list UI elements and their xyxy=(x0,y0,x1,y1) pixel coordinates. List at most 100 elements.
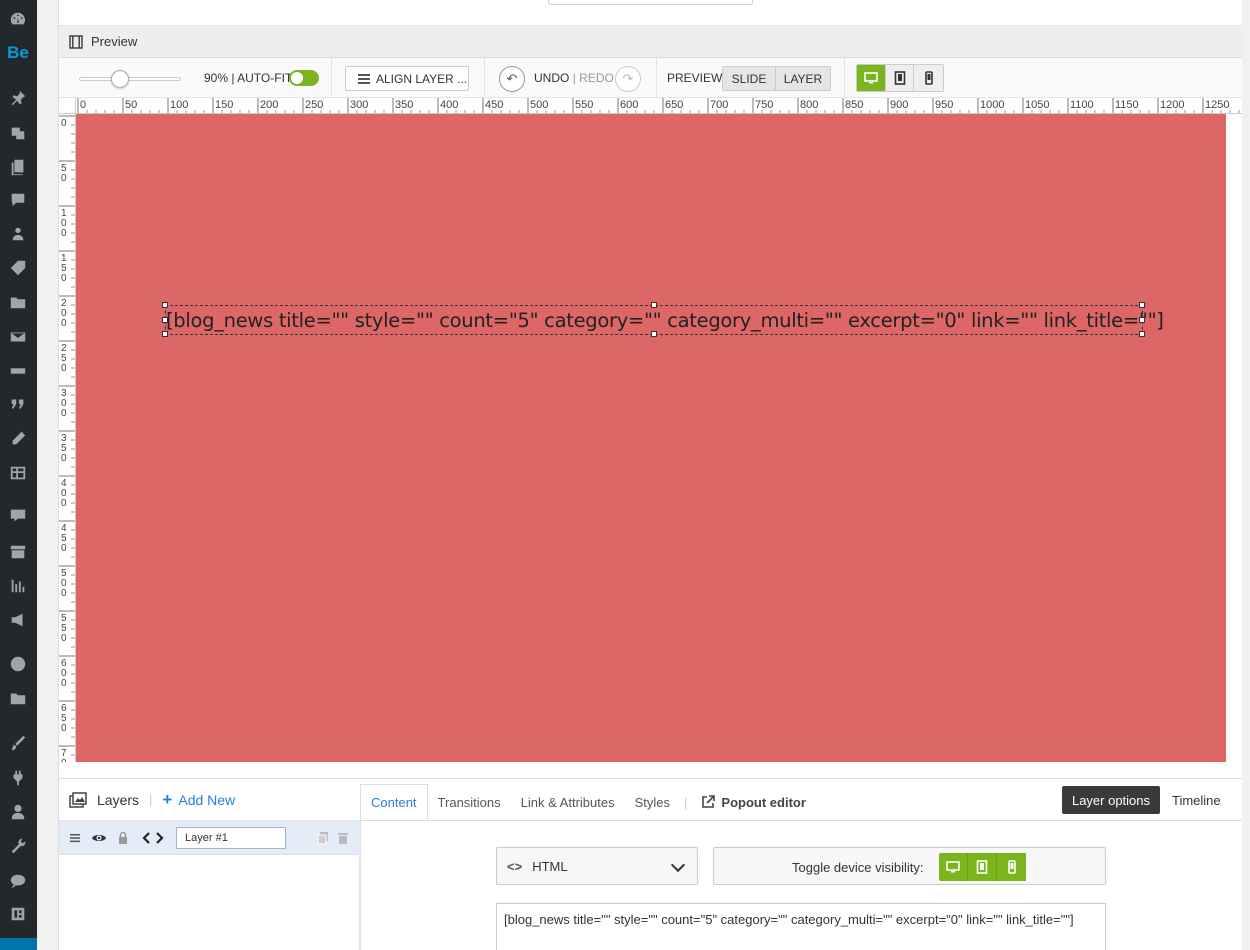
canvas-margin xyxy=(1226,114,1243,762)
zoom-slider-thumb[interactable] xyxy=(111,70,129,88)
slide-canvas[interactable]: [blog_news title="" style="" count="5" c… xyxy=(76,114,1226,762)
ruler-label: 0 xyxy=(61,678,67,689)
ruler-label: 0 xyxy=(61,273,67,284)
preview-layer-button[interactable]: LAYER xyxy=(775,66,831,91)
woo-icon[interactable] xyxy=(8,505,28,525)
auto-fit-toggle[interactable] xyxy=(289,70,319,86)
tag-icon[interactable] xyxy=(8,258,28,278)
ruler-label: 0 xyxy=(61,318,67,329)
ruler-label: 0 xyxy=(61,498,67,509)
media-icon[interactable] xyxy=(8,123,28,143)
resize-handle[interactable] xyxy=(1139,302,1145,308)
chart-icon[interactable] xyxy=(8,576,28,596)
layer-tabs: Content Transitions Link & Attributes St… xyxy=(360,784,816,820)
visibility-desktop-toggle[interactable] xyxy=(939,853,968,881)
ruler-label: 100 xyxy=(170,99,188,111)
resize-handle[interactable] xyxy=(1139,317,1145,323)
redo-icon[interactable]: ↷ xyxy=(615,66,641,92)
tablet-icon xyxy=(976,860,988,874)
megaphone-icon[interactable] xyxy=(8,610,28,630)
ruler-label: 650 xyxy=(665,99,683,111)
pages-icon[interactable] xyxy=(8,157,28,177)
resize-handle[interactable] xyxy=(162,317,168,323)
dashboard-icon[interactable] xyxy=(8,9,28,29)
undo-icon[interactable]: ↶ xyxy=(499,66,525,92)
ruler-label: 0 xyxy=(61,543,67,554)
tab-link-attributes[interactable]: Link & Attributes xyxy=(511,784,625,820)
tablet-view-button[interactable] xyxy=(886,65,915,91)
chevron-down-icon xyxy=(670,857,686,873)
resize-handle[interactable] xyxy=(162,302,168,308)
user-icon[interactable] xyxy=(8,802,28,822)
speech-icon[interactable] xyxy=(8,871,28,891)
add-new-layer-button[interactable]: + Add New xyxy=(162,790,235,810)
toolbar-divider xyxy=(656,58,657,98)
folder-icon[interactable] xyxy=(8,292,28,312)
right-gutter xyxy=(1242,0,1250,950)
undo-label[interactable]: UNDO xyxy=(534,71,569,85)
duplicate-icon[interactable] xyxy=(316,831,330,845)
align-layer-button[interactable]: ALIGN LAYER ... xyxy=(345,66,469,91)
zoom-slider-track[interactable] xyxy=(79,77,181,81)
redo-label[interactable]: REDO xyxy=(579,71,614,85)
tab-transitions[interactable]: Transitions xyxy=(428,784,511,820)
layer-list-item[interactable]: Layer #1 xyxy=(59,821,360,855)
device-switcher xyxy=(856,64,944,92)
popout-editor-label: Popout editor xyxy=(721,794,806,810)
layer-name-input[interactable]: Layer #1 xyxy=(176,826,286,849)
ruler-label: 0 xyxy=(61,118,67,129)
ruler-label: 1250 xyxy=(1205,99,1229,111)
trash-icon[interactable] xyxy=(336,831,350,845)
resize-handle[interactable] xyxy=(651,331,657,337)
timeline-tab[interactable]: Timeline xyxy=(1172,793,1221,808)
popout-editor-button[interactable]: Popout editor xyxy=(691,784,816,820)
active-menu-indicator xyxy=(0,938,37,950)
brush-icon[interactable] xyxy=(8,733,28,753)
tools-icon[interactable] xyxy=(8,836,28,856)
layer-type-select[interactable]: <> HTML xyxy=(496,847,698,885)
canvas-footer-space xyxy=(59,762,1243,778)
table-icon[interactable] xyxy=(8,463,28,483)
tabs-underline xyxy=(360,820,1243,821)
ruler-label: 350 xyxy=(395,99,413,111)
slider-icon[interactable] xyxy=(8,361,28,381)
plugins-icon[interactable] xyxy=(8,768,28,788)
lock-icon[interactable] xyxy=(116,831,130,845)
revslider-icon[interactable] xyxy=(8,904,28,924)
archive-icon[interactable] xyxy=(8,542,28,562)
layer-options-button[interactable]: Layer options xyxy=(1062,786,1160,814)
resize-handle[interactable] xyxy=(162,331,168,337)
visibility-tablet-toggle[interactable] xyxy=(968,853,997,881)
undo-redo-text: UNDO | REDO xyxy=(534,71,614,85)
quote-icon[interactable] xyxy=(8,394,28,414)
visibility-mobile-toggle[interactable] xyxy=(997,853,1026,881)
users-group-icon[interactable] xyxy=(8,224,28,244)
slide-select[interactable] xyxy=(548,0,753,5)
pin-icon[interactable] xyxy=(8,88,28,108)
comments-icon[interactable] xyxy=(8,190,28,210)
ruler-label: 0 xyxy=(61,453,67,464)
mail-icon[interactable] xyxy=(8,327,28,347)
pencil-icon[interactable] xyxy=(8,429,28,449)
resize-handle[interactable] xyxy=(651,302,657,308)
ruler-label: 400 xyxy=(440,99,458,111)
elementor-icon[interactable] xyxy=(8,654,28,674)
mobile-view-button[interactable] xyxy=(914,65,943,91)
layer-content-textarea[interactable]: [blog_news title="" style="" count="5" c… xyxy=(496,903,1106,950)
ruler-label: 50 xyxy=(125,99,137,111)
ruler-label: 500 xyxy=(530,99,548,111)
tab-styles[interactable]: Styles xyxy=(625,784,680,820)
device-visibility-box: Toggle device visibility: xyxy=(713,847,1106,885)
betheme-logo[interactable]: Be xyxy=(7,42,29,62)
folder-open-icon[interactable] xyxy=(8,688,28,708)
desktop-view-button[interactable] xyxy=(857,65,886,91)
ruler-label: 950 xyxy=(935,99,953,111)
layer-shortcode-text[interactable]: [blog_news title="" style="" count="5" c… xyxy=(166,309,1164,332)
selected-layer[interactable]: [blog_news title="" style="" count="5" c… xyxy=(162,302,1164,337)
eye-icon[interactable] xyxy=(91,831,107,845)
tab-content[interactable]: Content xyxy=(360,784,428,820)
html-code-icon xyxy=(142,831,164,844)
drag-handle-icon[interactable] xyxy=(68,831,82,845)
resize-handle[interactable] xyxy=(1139,331,1145,337)
preview-slide-button[interactable]: SLIDE xyxy=(722,66,776,91)
